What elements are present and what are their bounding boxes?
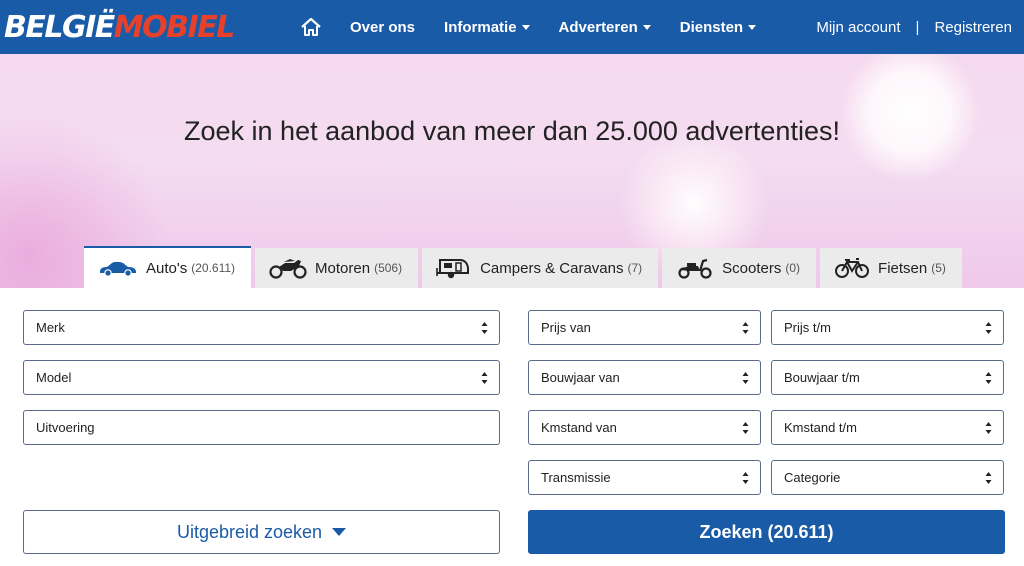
select-arrows-icon <box>742 322 749 334</box>
tab-fietsen[interactable]: Fietsen (5) <box>820 248 962 288</box>
select-arrows-icon <box>742 472 749 484</box>
categorie-select[interactable]: Categorie <box>771 460 1004 495</box>
bouwjaar-tm-select[interactable]: Bouwjaar t/m <box>771 360 1004 395</box>
tab-motoren-label: Motoren <box>315 259 371 277</box>
vehicle-type-tabs: Auto's (20.611) Motoren (506) Campers & … <box>84 246 966 288</box>
bouwjaar-van-value: Bouwjaar van <box>541 370 620 385</box>
tab-fietsen-count: (5) <box>931 261 946 275</box>
bouwjaar-van-select[interactable]: Bouwjaar van <box>528 360 761 395</box>
nav-informatie-label: Informatie <box>444 18 517 36</box>
logo-text-part1: BELGIË <box>4 9 115 45</box>
nav-diensten[interactable]: Diensten <box>679 18 757 36</box>
nav-over-ons-label: Over ons <box>350 18 416 36</box>
nav-over-ons[interactable]: Over ons <box>350 19 415 36</box>
kmstand-tm-select[interactable]: Kmstand t/m <box>771 410 1004 445</box>
select-arrows-icon <box>742 422 749 434</box>
chevron-down-icon <box>642 24 651 30</box>
caravan-icon <box>436 256 472 280</box>
prijs-tm-select[interactable]: Prijs t/m <box>771 310 1004 345</box>
nav-adverteren-label: Adverteren <box>558 18 638 36</box>
select-arrows-icon <box>985 472 992 484</box>
kmstand-van-value: Kmstand van <box>541 420 617 435</box>
site-logo[interactable]: BELGIË MOBIEL <box>4 9 236 45</box>
prijs-van-value: Prijs van <box>541 320 591 335</box>
home-icon[interactable] <box>300 16 322 38</box>
select-arrows-icon <box>742 372 749 384</box>
nav-adverteren[interactable]: Adverteren <box>559 19 651 36</box>
uitvoering-input[interactable]: Uitvoering <box>23 410 500 445</box>
tab-motoren-count: (506) <box>374 261 403 275</box>
caret-down-icon <box>332 528 347 536</box>
chevron-down-icon <box>521 24 530 30</box>
categorie-value: Categorie <box>784 470 841 485</box>
top-navigation-bar: BELGIË MOBIEL Over ons Informatie Adverte… <box>0 0 1024 54</box>
tab-scooters-label: Scooters <box>722 259 782 277</box>
car-icon <box>98 259 138 277</box>
motorcycle-icon <box>269 257 307 279</box>
bicycle-icon <box>834 257 870 279</box>
select-arrows-icon <box>481 372 488 384</box>
tab-motoren[interactable]: Motoren (506) <box>255 248 419 288</box>
advanced-search-button[interactable]: Uitgebreid zoeken <box>23 510 500 554</box>
model-select[interactable]: Model <box>23 360 500 395</box>
tab-fietsen-label: Fietsen <box>878 259 928 277</box>
my-account-link[interactable]: Mijn account <box>816 19 900 36</box>
tab-campers-caravans[interactable]: Campers & Caravans (7) <box>422 248 659 288</box>
prijs-van-select[interactable]: Prijs van <box>528 310 761 345</box>
tab-scooters-count: (0) <box>785 261 801 275</box>
kmstand-tm-value: Kmstand t/m <box>784 420 857 435</box>
chevron-down-icon <box>748 24 757 30</box>
tab-campers-caravans-count: (7) <box>627 261 643 275</box>
merk-select[interactable]: Merk <box>23 310 500 345</box>
logo-text-part2: MOBIEL <box>113 9 236 45</box>
kmstand-van-select[interactable]: Kmstand van <box>528 410 761 445</box>
merk-select-value: Merk <box>36 320 65 335</box>
select-arrows-icon <box>985 322 992 334</box>
bouwjaar-tm-value: Bouwjaar t/m <box>784 370 860 385</box>
account-separator: | <box>915 18 920 36</box>
transmissie-select[interactable]: Transmissie <box>528 460 761 495</box>
nav-informatie[interactable]: Informatie <box>444 19 530 36</box>
tab-autos-count: (20.611) <box>191 261 236 275</box>
tab-autos[interactable]: Auto's (20.611) <box>84 246 252 288</box>
prijs-tm-value: Prijs t/m <box>784 320 831 335</box>
select-arrows-icon <box>985 372 992 384</box>
tab-campers-caravans-label: Campers & Caravans <box>480 259 624 277</box>
search-form: Merk Model Uitvoering Prijs van Prijs t/… <box>0 288 1024 566</box>
nav-diensten-label: Diensten <box>679 18 744 36</box>
uitvoering-placeholder: Uitvoering <box>36 420 95 435</box>
search-button-label: Zoeken (20.611) <box>699 521 834 542</box>
account-links: Mijn account | Registreren <box>816 0 1012 54</box>
scooter-icon <box>676 257 714 279</box>
hero-headline: Zoek in het aanbod van meer dan 25.000 a… <box>184 116 840 146</box>
main-nav: Over ons Informatie Adverteren Diensten <box>300 0 785 54</box>
search-button[interactable]: Zoeken (20.611) <box>528 510 1005 554</box>
register-link[interactable]: Registreren <box>934 19 1012 36</box>
select-arrows-icon <box>481 322 488 334</box>
select-arrows-icon <box>985 422 992 434</box>
tab-scooters[interactable]: Scooters (0) <box>662 248 817 288</box>
tab-autos-label: Auto's <box>146 259 188 277</box>
advanced-search-label: Uitgebreid zoeken <box>176 521 323 542</box>
model-select-value: Model <box>36 370 72 385</box>
transmissie-value: Transmissie <box>541 470 611 485</box>
